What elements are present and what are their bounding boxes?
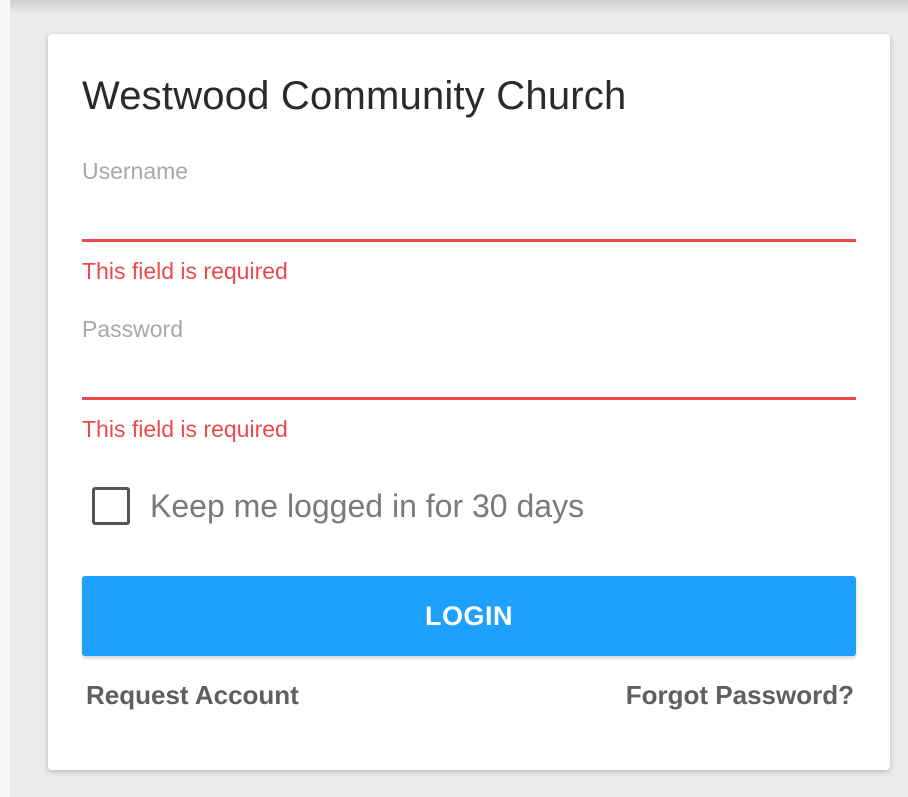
password-error: This field is required bbox=[82, 416, 288, 442]
keep-logged-in-row[interactable]: Keep me logged in for 30 days bbox=[92, 486, 584, 526]
keep-logged-in-checkbox[interactable] bbox=[92, 487, 130, 525]
password-input[interactable] bbox=[82, 356, 856, 400]
window-top-shadow bbox=[0, 0, 908, 14]
password-label: Password bbox=[82, 316, 183, 342]
username-input[interactable] bbox=[82, 198, 856, 242]
login-button[interactable]: LOGIN bbox=[82, 576, 856, 656]
page-left-edge bbox=[0, 0, 10, 797]
username-error: This field is required bbox=[82, 258, 288, 284]
page-title: Westwood Community Church bbox=[82, 74, 627, 118]
request-account-link[interactable]: Request Account bbox=[86, 680, 299, 711]
username-label: Username bbox=[82, 158, 189, 184]
keep-logged-in-label: Keep me logged in for 30 days bbox=[150, 487, 585, 524]
login-card: Westwood Community Church Username This … bbox=[48, 34, 890, 770]
forgot-password-link[interactable]: Forgot Password? bbox=[626, 680, 854, 711]
